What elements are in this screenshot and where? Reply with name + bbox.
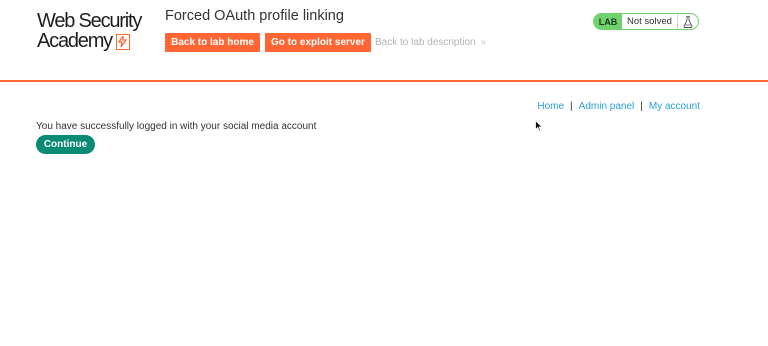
continue-button[interactable]: Continue — [36, 135, 95, 154]
login-success-message: You have successfully logged in with you… — [36, 121, 317, 132]
logo-line-1: Web Security — [37, 10, 142, 32]
flask-icon — [677, 14, 698, 29]
back-to-lab-description-link[interactable]: Back to lab description » — [375, 37, 486, 48]
lab-title: Forced OAuth profile linking — [165, 8, 344, 24]
account-nav: Home | Admin panel | My account — [537, 101, 700, 112]
lab-status-text: Not solved — [627, 16, 672, 27]
logo-bolt-icon — [115, 34, 130, 50]
logo-line-2: Academy — [37, 30, 113, 52]
description-link-label: Back to lab description — [375, 37, 476, 48]
back-to-lab-home-button[interactable]: Back to lab home — [165, 33, 260, 52]
mouse-cursor-icon — [535, 119, 543, 137]
lab-status-badge: LAB Not solved — [593, 13, 699, 30]
chevron-right-icon: » — [480, 37, 486, 48]
nav-separator: | — [570, 101, 573, 112]
lab-tag: LAB — [594, 14, 622, 29]
go-to-exploit-server-button[interactable]: Go to exploit server — [265, 33, 371, 52]
nav-my-account-link[interactable]: My account — [649, 101, 700, 112]
nav-separator: | — [640, 101, 643, 112]
web-security-academy-logo[interactable]: Web Security Academy — [37, 11, 157, 55]
nav-home-link[interactable]: Home — [537, 101, 564, 112]
nav-admin-panel-link[interactable]: Admin panel — [579, 101, 635, 112]
lab-header: Web Security Academy Forced OAuth profil… — [0, 0, 768, 82]
